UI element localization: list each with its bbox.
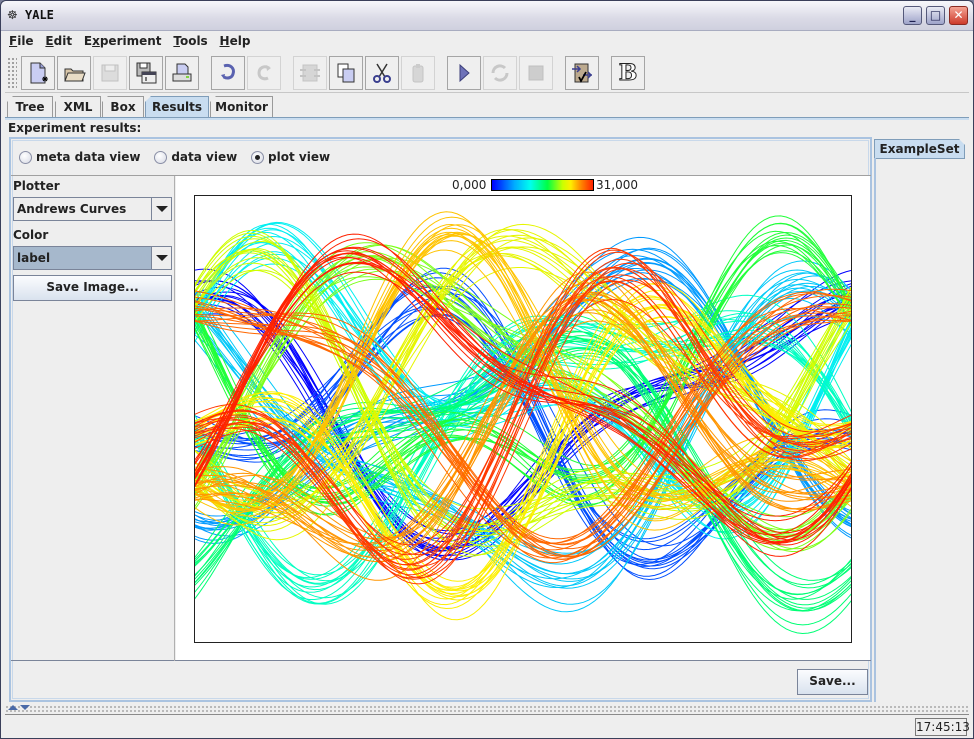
- radio-meta-data-view[interactable]: meta data view: [19, 150, 141, 164]
- plotter-label: Plotter: [13, 179, 60, 193]
- menu-help[interactable]: Help: [216, 32, 255, 48]
- paste-button[interactable]: [401, 56, 435, 90]
- status-bar: 17:45:13: [5, 714, 970, 736]
- new-icon: [30, 62, 48, 84]
- view-mode-options: meta data view data view plot view: [19, 150, 340, 166]
- plotter-select-value: Andrews Curves: [17, 202, 127, 216]
- close-icon: ✕: [953, 8, 964, 22]
- window-title: YALE: [25, 8, 54, 22]
- tab-box[interactable]: Box: [102, 96, 144, 118]
- radio-plot-view[interactable]: plot view: [251, 150, 330, 164]
- operator-button[interactable]: [293, 56, 327, 90]
- menu-edit[interactable]: Edit: [41, 32, 76, 48]
- run-icon: [459, 63, 470, 83]
- breakpoint-icon: B: [618, 60, 638, 87]
- app-window: ☸ YALE _ □ ✕ File Edit Experiment Tools …: [0, 0, 974, 739]
- color-legend-bar: [491, 179, 594, 191]
- curves-group: [194, 211, 852, 635]
- chevron-down-icon[interactable]: [151, 198, 171, 220]
- run-button[interactable]: [447, 56, 481, 90]
- plotter-settings-panel: Plotter Andrews Curves Color label Save …: [11, 176, 175, 661]
- legend-max-label: 31,000: [596, 178, 638, 192]
- plotter-select[interactable]: Andrews Curves: [13, 197, 172, 221]
- radio-button-selected[interactable]: [251, 150, 265, 164]
- maximize-icon: □: [929, 8, 942, 22]
- tab-results[interactable]: Results: [145, 96, 209, 118]
- legend-min-label: 0,000: [452, 178, 487, 192]
- save-image-button[interactable]: Save Image...: [13, 275, 172, 301]
- new-button[interactable]: [21, 56, 55, 90]
- print-button[interactable]: [165, 56, 199, 90]
- minimize-button[interactable]: _: [903, 6, 922, 25]
- save-as-button[interactable]: [129, 56, 163, 90]
- resume-button[interactable]: [483, 56, 517, 90]
- undo-icon: [221, 64, 235, 80]
- save-icon: [101, 64, 119, 82]
- undo-button[interactable]: [211, 56, 245, 90]
- radio-button[interactable]: [154, 150, 168, 164]
- radio-data-view[interactable]: data view: [154, 150, 237, 164]
- operator-icon: [300, 64, 320, 82]
- menu-bar: File Edit Experiment Tools Help: [5, 32, 969, 52]
- menu-experiment[interactable]: Experiment: [80, 32, 166, 48]
- save-as-icon: [136, 62, 157, 84]
- title-bar[interactable]: ☸ YALE _ □ ✕: [1, 1, 973, 31]
- app-logo-icon: ☸: [7, 8, 18, 22]
- andrews-curves-plot: [194, 195, 852, 643]
- redo-button[interactable]: [247, 56, 281, 90]
- color-select-value: label: [17, 251, 51, 265]
- toolbar: B: [5, 53, 969, 93]
- toolbar-grip[interactable]: [7, 57, 17, 89]
- save-button-results[interactable]: Save...: [797, 669, 868, 695]
- save-button[interactable]: [93, 56, 127, 90]
- open-icon: [64, 68, 86, 82]
- tab-tree[interactable]: Tree: [7, 96, 53, 118]
- stop-button[interactable]: [519, 56, 553, 90]
- tab-xml[interactable]: XML: [55, 96, 101, 118]
- tab-exampleset[interactable]: ExampleSet: [874, 139, 965, 159]
- validate-icon: [572, 63, 593, 83]
- split-pane-divider[interactable]: [5, 705, 969, 713]
- experiment-results-heading: Experiment results:: [8, 121, 142, 135]
- chevron-down-icon[interactable]: [151, 247, 171, 269]
- stop-icon: [528, 65, 544, 81]
- open-button[interactable]: [57, 56, 91, 90]
- copy-icon: [337, 63, 355, 83]
- close-button[interactable]: ✕: [949, 6, 968, 25]
- maximize-button[interactable]: □: [926, 6, 945, 25]
- redo-icon: [257, 65, 271, 81]
- cut-button[interactable]: [365, 56, 399, 90]
- resume-icon: [491, 64, 509, 82]
- arrow-down-icon[interactable]: [20, 705, 30, 710]
- status-clock: 17:45:13: [915, 718, 970, 736]
- breakpoint-button[interactable]: B: [611, 56, 645, 90]
- copy-button[interactable]: [329, 56, 363, 90]
- tab-strip: [5, 117, 969, 120]
- cut-icon: [373, 63, 391, 83]
- arrow-up-icon[interactable]: [8, 705, 18, 710]
- color-label: Color: [13, 228, 49, 242]
- print-icon: [172, 63, 192, 82]
- menu-tools[interactable]: Tools: [169, 32, 211, 48]
- color-select[interactable]: label: [13, 246, 172, 270]
- menu-file[interactable]: File: [5, 32, 38, 48]
- radio-button[interactable]: [19, 150, 32, 164]
- side-tab-strip: [874, 158, 876, 702]
- paste-icon: [412, 64, 424, 83]
- tab-monitor[interactable]: Monitor: [210, 96, 273, 118]
- minimize-icon: _: [909, 8, 916, 22]
- validate-button[interactable]: [565, 56, 599, 90]
